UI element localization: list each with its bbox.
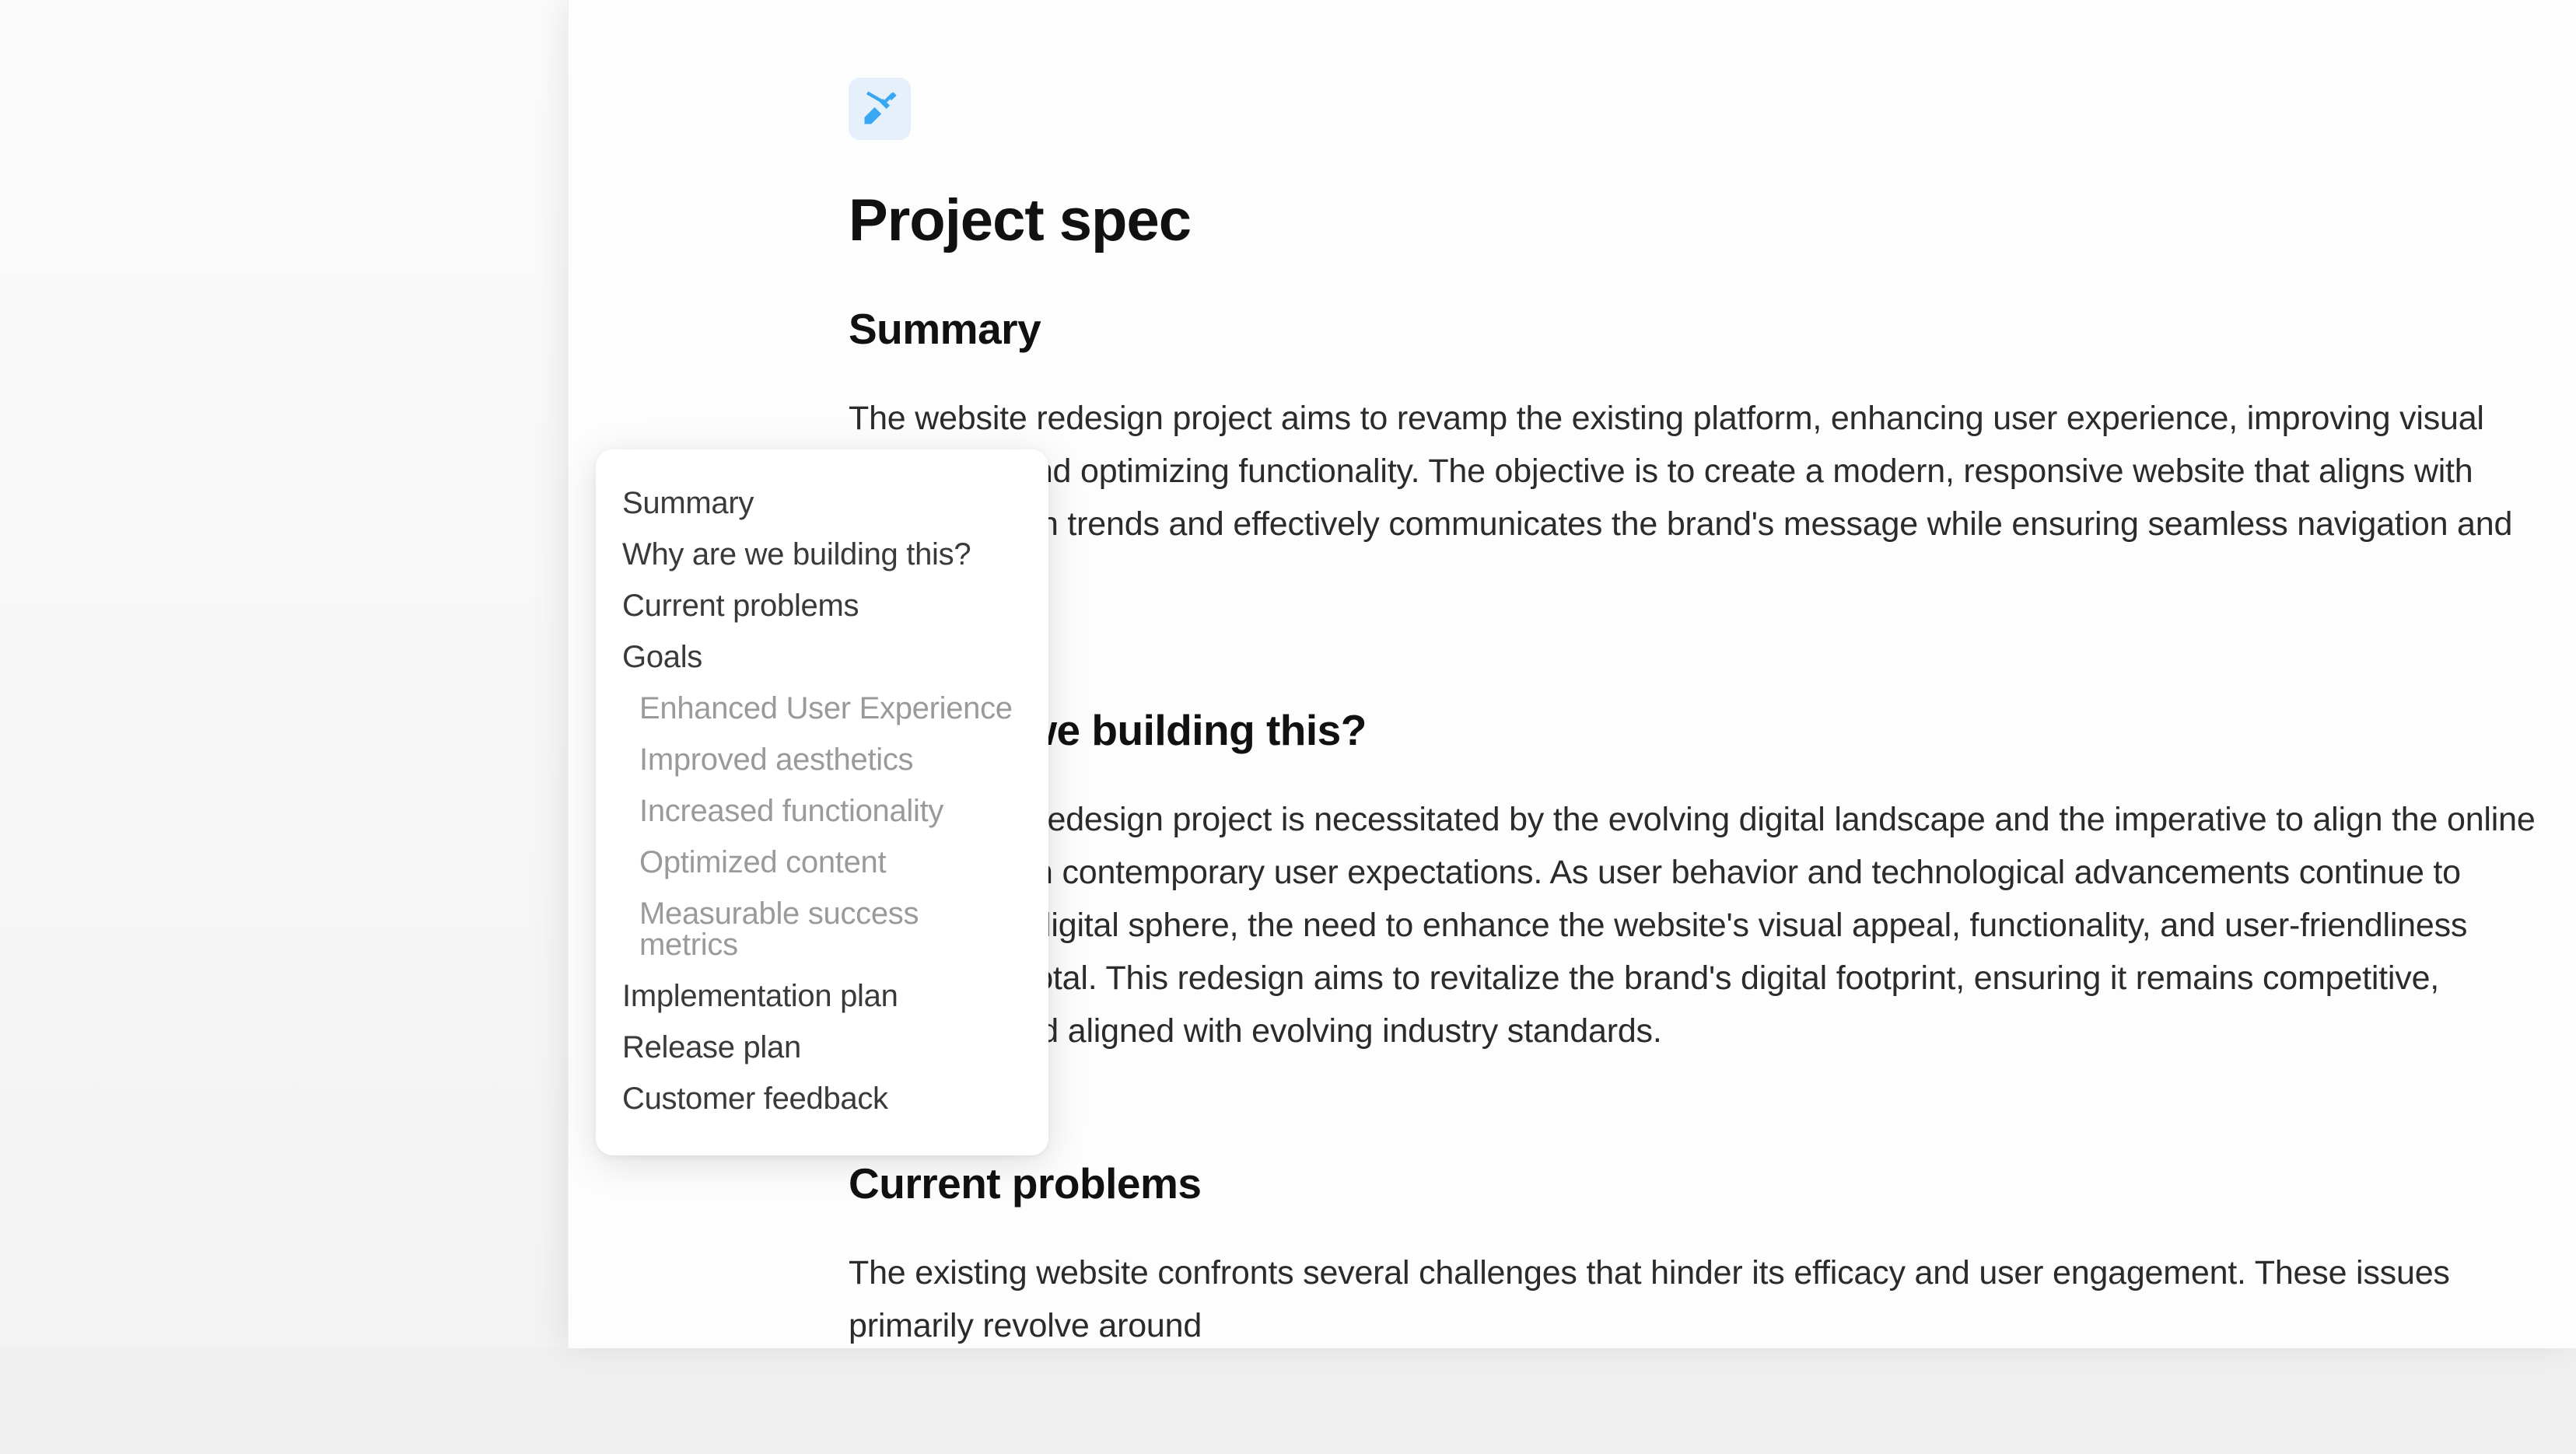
section-heading-problems: Current problems [849, 1159, 2544, 1208]
toc-item-increased-functionality[interactable]: Increased functionality [622, 785, 1022, 837]
toc-item-implementation-plan[interactable]: Implementation plan [622, 970, 1022, 1022]
toc-item-customer-feedback[interactable]: Customer feedback [622, 1073, 1022, 1124]
section-body-summary[interactable]: The website redesign project aims to rev… [849, 393, 2544, 604]
toc-item-measurable-metrics[interactable]: Measurable success metrics [622, 888, 1022, 970]
section-body-problems[interactable]: The existing website confronts several c… [849, 1247, 2544, 1353]
toc-item-optimized-content[interactable]: Optimized content [622, 837, 1022, 888]
page-title: Project spec [849, 187, 2544, 254]
section-heading-why: Why are we building this? [849, 705, 2544, 755]
desktop-background [0, 0, 568, 1348]
document-content: Project spec Summary The website redesig… [849, 78, 2544, 1454]
toc-item-goals[interactable]: Goals [622, 631, 1022, 683]
toc-item-improved-aesthetics[interactable]: Improved aesthetics [622, 734, 1022, 785]
toc-item-why[interactable]: Why are we building this? [622, 529, 1022, 580]
toc-item-summary[interactable]: Summary [622, 477, 1022, 529]
table-of-contents-popover: Summary Why are we building this? Curren… [596, 449, 1048, 1155]
document-icon-badge[interactable] [849, 78, 911, 140]
toc-item-problems[interactable]: Current problems [622, 580, 1022, 631]
toc-item-release-plan[interactable]: Release plan [622, 1022, 1022, 1073]
section-body-why[interactable]: The website redesign project is necessit… [849, 794, 2544, 1058]
section-heading-summary: Summary [849, 304, 2544, 354]
design-tools-icon [859, 89, 900, 129]
toc-item-enhanced-ux[interactable]: Enhanced User Experience [622, 683, 1022, 734]
